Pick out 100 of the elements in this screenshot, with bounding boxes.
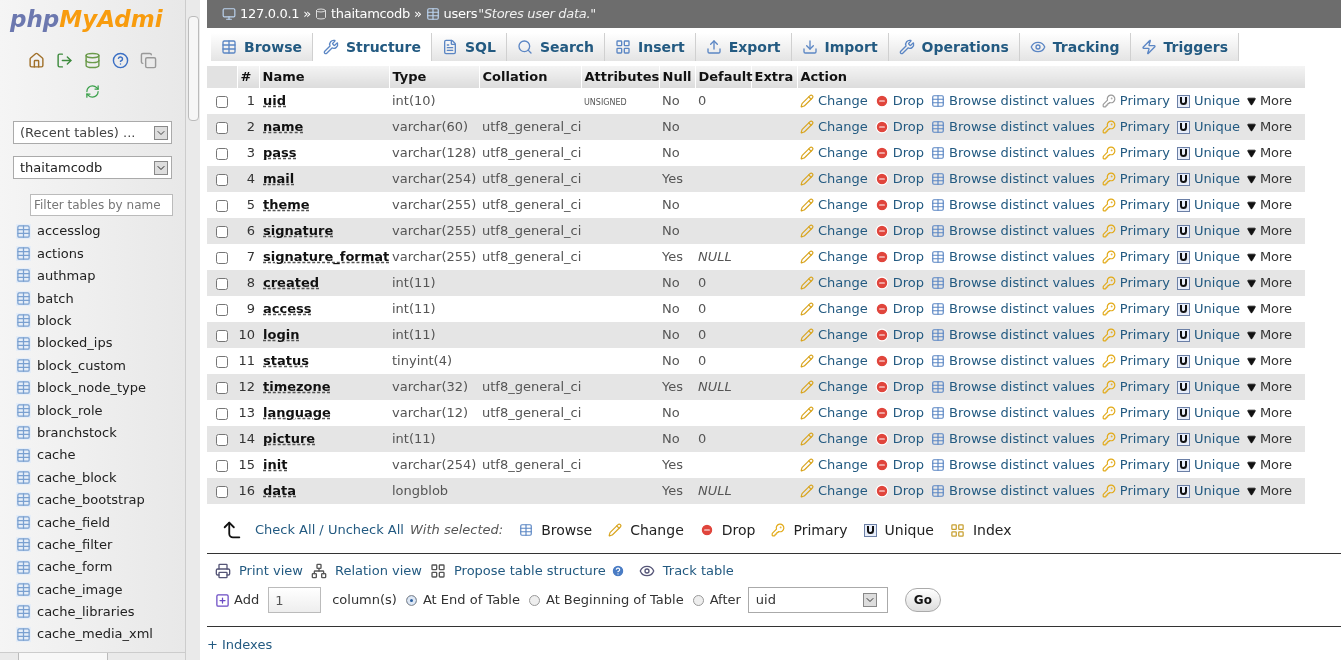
database-icon[interactable]: [84, 52, 101, 69]
table-link[interactable]: block_role: [37, 400, 103, 421]
view-link[interactable]: Relation view: [335, 561, 422, 581]
action-link[interactable]: Primary: [1101, 195, 1171, 215]
action-link[interactable]: Primary: [1101, 117, 1171, 137]
action-link[interactable]: Change: [800, 481, 868, 501]
action-link[interactable]: Browse distinct values: [931, 481, 1095, 501]
tab[interactable]: Search: [506, 33, 606, 61]
action-link[interactable]: Primary: [1101, 351, 1171, 371]
row-checkbox[interactable]: [216, 303, 228, 316]
action-link[interactable]: Change: [800, 221, 868, 241]
action-link[interactable]: Browse distinct values: [931, 169, 1095, 189]
table-link[interactable]: cache_image: [37, 579, 123, 600]
action-link[interactable]: More: [1246, 351, 1293, 371]
action-link[interactable]: Drop: [874, 247, 925, 267]
action-link[interactable]: Drop: [874, 143, 925, 163]
action-link[interactable]: More: [1246, 195, 1293, 215]
row-checkbox[interactable]: [216, 277, 228, 290]
action-link[interactable]: Unique: [1177, 403, 1240, 423]
position-radio[interactable]: At End of Table: [405, 590, 520, 610]
table-link[interactable]: cache_bootstrap: [37, 490, 145, 510]
tab[interactable]: Insert: [605, 33, 696, 61]
row-checkbox[interactable]: [216, 355, 228, 368]
table-link[interactable]: cache: [37, 445, 76, 465]
action-link[interactable]: Change: [800, 247, 868, 267]
action-link[interactable]: More: [1246, 481, 1293, 501]
action-link[interactable]: Primary: [1101, 325, 1171, 345]
row-checkbox[interactable]: [216, 459, 228, 472]
view-link[interactable]: Track table: [662, 561, 734, 581]
action-link[interactable]: More: [1246, 169, 1293, 189]
table-link[interactable]: branchstock: [37, 422, 117, 443]
action-link[interactable]: Browse distinct values: [931, 221, 1095, 241]
action-link[interactable]: Browse distinct values: [931, 403, 1095, 423]
action-link[interactable]: Browse distinct values: [931, 273, 1095, 293]
action-link[interactable]: Browse distinct values: [931, 143, 1095, 163]
exit-icon[interactable]: [56, 52, 73, 69]
table-link[interactable]: block_custom: [37, 355, 126, 376]
row-checkbox[interactable]: [216, 329, 228, 342]
table-link[interactable]: cache_filter: [37, 534, 113, 555]
action-link[interactable]: Drop: [874, 273, 925, 293]
action-link[interactable]: Primary: [1101, 299, 1171, 319]
action-link[interactable]: Primary: [1101, 247, 1171, 267]
action-link[interactable]: More: [1246, 299, 1293, 319]
filter-field[interactable]: Filter tables by name: [30, 194, 173, 216]
tab[interactable]: Operations: [888, 33, 1020, 61]
action-link[interactable]: Change: [800, 117, 868, 137]
row-checkbox[interactable]: [216, 173, 228, 186]
action-link[interactable]: Browse distinct values: [931, 325, 1095, 345]
action-link[interactable]: Unique: [1177, 455, 1240, 475]
action-link[interactable]: Unique: [1177, 481, 1240, 501]
action-link[interactable]: Unique: [1177, 273, 1240, 293]
action-link[interactable]: Drop: [874, 91, 925, 111]
action-link[interactable]: More: [1246, 377, 1293, 397]
bulk-action-button[interactable]: Drop: [699, 519, 756, 541]
after-field-select[interactable]: uid: [747, 587, 888, 613]
table-link[interactable]: blocked_ips: [37, 333, 113, 353]
action-link[interactable]: Drop: [874, 117, 925, 137]
action-link[interactable]: More: [1246, 221, 1293, 241]
action-link[interactable]: Unique: [1177, 117, 1240, 137]
indexes-link[interactable]: + Indexes: [207, 635, 273, 655]
table-link[interactable]: batch: [37, 288, 74, 309]
action-link[interactable]: Primary: [1101, 143, 1171, 163]
bulk-action-button[interactable]: Unique: [863, 519, 934, 541]
action-link[interactable]: Unique: [1177, 429, 1240, 449]
action-link[interactable]: Primary: [1101, 403, 1171, 423]
row-checkbox[interactable]: [216, 433, 228, 446]
position-radio[interactable]: At Beginning of Table: [528, 590, 684, 610]
breadcrumb-link[interactable]: 127.0.0.1: [240, 4, 300, 24]
action-link[interactable]: Change: [800, 143, 868, 163]
table-link[interactable]: cache_libraries: [37, 602, 135, 622]
action-link[interactable]: Unique: [1177, 143, 1240, 163]
tab[interactable]: Import: [791, 33, 889, 61]
table-link[interactable]: actions: [37, 243, 84, 264]
action-link[interactable]: Browse distinct values: [931, 351, 1095, 371]
action-link[interactable]: Browse distinct values: [931, 429, 1095, 449]
action-link[interactable]: More: [1246, 91, 1293, 111]
action-link[interactable]: Browse distinct values: [931, 117, 1095, 137]
action-link[interactable]: Unique: [1177, 299, 1240, 319]
action-link[interactable]: More: [1246, 273, 1293, 293]
column-count-field[interactable]: 1: [268, 587, 322, 613]
action-link[interactable]: Primary: [1101, 481, 1171, 501]
action-link[interactable]: More: [1246, 455, 1293, 475]
home-icon[interactable]: [28, 52, 45, 69]
action-link[interactable]: Unique: [1177, 169, 1240, 189]
bulk-action-button[interactable]: Browse: [519, 519, 593, 541]
row-checkbox[interactable]: [216, 121, 228, 134]
help-icon[interactable]: [112, 52, 129, 69]
action-link[interactable]: More: [1246, 403, 1293, 423]
action-link[interactable]: Drop: [874, 299, 925, 319]
bulk-action-button[interactable]: Index: [949, 519, 1012, 541]
action-link[interactable]: Drop: [874, 403, 925, 423]
bulk-action-button[interactable]: Primary: [771, 519, 848, 541]
row-checkbox[interactable]: [216, 95, 228, 108]
action-link[interactable]: Primary: [1101, 429, 1171, 449]
action-link[interactable]: Unique: [1177, 351, 1240, 371]
scrollbar[interactable]: [185, 0, 200, 660]
action-link[interactable]: Change: [800, 91, 868, 111]
action-link[interactable]: Change: [800, 455, 868, 475]
table-link[interactable]: cache_media_xml: [37, 624, 153, 644]
view-link[interactable]: Propose table structure: [454, 561, 606, 581]
